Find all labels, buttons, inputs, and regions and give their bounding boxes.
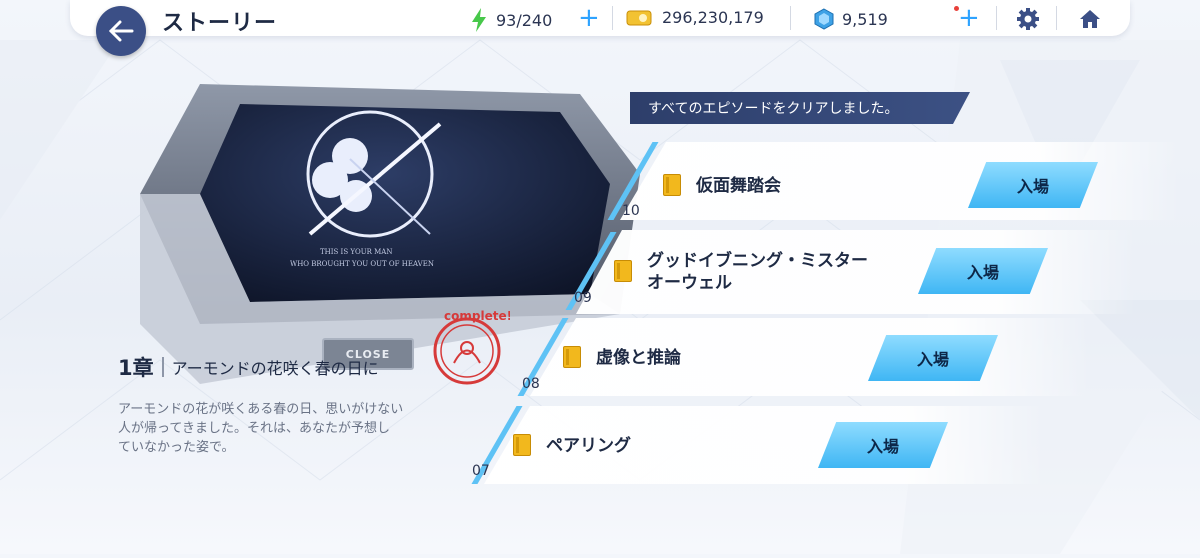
back-button[interactable]: [96, 6, 146, 56]
divider: [996, 6, 997, 30]
card-line-1: THIS IS YOUR MAN: [320, 248, 392, 256]
notification-dot: [954, 6, 959, 11]
settings-icon: [1017, 8, 1039, 30]
episode-title: 仮面舞踏会: [696, 176, 781, 196]
book-icon: [663, 174, 681, 196]
gem-plus-button[interactable]: +: [958, 5, 980, 31]
episode-number: 08: [522, 376, 540, 392]
coin-icon: [626, 10, 652, 25]
stamp-text: complete!: [444, 309, 510, 323]
gem-icon: [814, 8, 834, 30]
title-divider: [161, 357, 164, 377]
stamina-icon: [472, 8, 486, 32]
all-cleared-notice: すべてのエピソードをクリアしました。: [630, 92, 970, 124]
stamina-display: 93/240: [470, 8, 552, 32]
enter-button[interactable]: 入場: [918, 248, 1048, 294]
episode-number: 07: [472, 463, 490, 479]
gem-display: 9,519: [814, 8, 888, 30]
settings-button[interactable]: [1016, 7, 1040, 31]
enter-button[interactable]: 入場: [818, 422, 948, 468]
episode-title: ペアリング: [546, 436, 631, 456]
divider: [612, 6, 613, 30]
gem-value: 9,519: [842, 9, 888, 29]
page-title: ストーリー: [162, 11, 278, 36]
back-arrow-icon: [108, 20, 134, 42]
stamina-value: 93/240: [496, 10, 553, 30]
episode-title: グッドイブニング・ミスター オーウェル: [647, 251, 868, 293]
stamina-plus-button[interactable]: +: [578, 5, 600, 31]
home-icon: [1080, 10, 1100, 28]
chapter-name: アーモンドの花咲く春の日に: [171, 359, 379, 378]
book-icon: [513, 434, 531, 456]
coin-display: 296,230,179: [626, 8, 764, 27]
episode-number: 09: [574, 290, 592, 306]
book-icon: [614, 260, 632, 282]
coin-value: 296,230,179: [662, 8, 764, 27]
book-icon: [563, 346, 581, 368]
enter-button[interactable]: 入場: [868, 335, 998, 381]
chapter-description: アーモンドの花が咲くある春の日、思いがけない 人が帰ってきました。それは、あなた…: [118, 402, 404, 455]
card-line-2: WHO BROUGHT YOU OUT OF HEAVEN: [290, 260, 434, 268]
divider: [790, 6, 791, 30]
chapter-info: 1章 アーモンドの花咲く春の日に アーモンドの花が咲くある春の日、思いがけない …: [118, 352, 458, 457]
episode-title: 虚像と推論: [596, 348, 681, 368]
chapter-number: 1章: [118, 356, 154, 380]
enter-button[interactable]: 入場: [968, 162, 1098, 208]
home-button[interactable]: [1078, 7, 1102, 31]
divider: [1056, 6, 1057, 30]
episode-number: 10: [622, 203, 640, 219]
